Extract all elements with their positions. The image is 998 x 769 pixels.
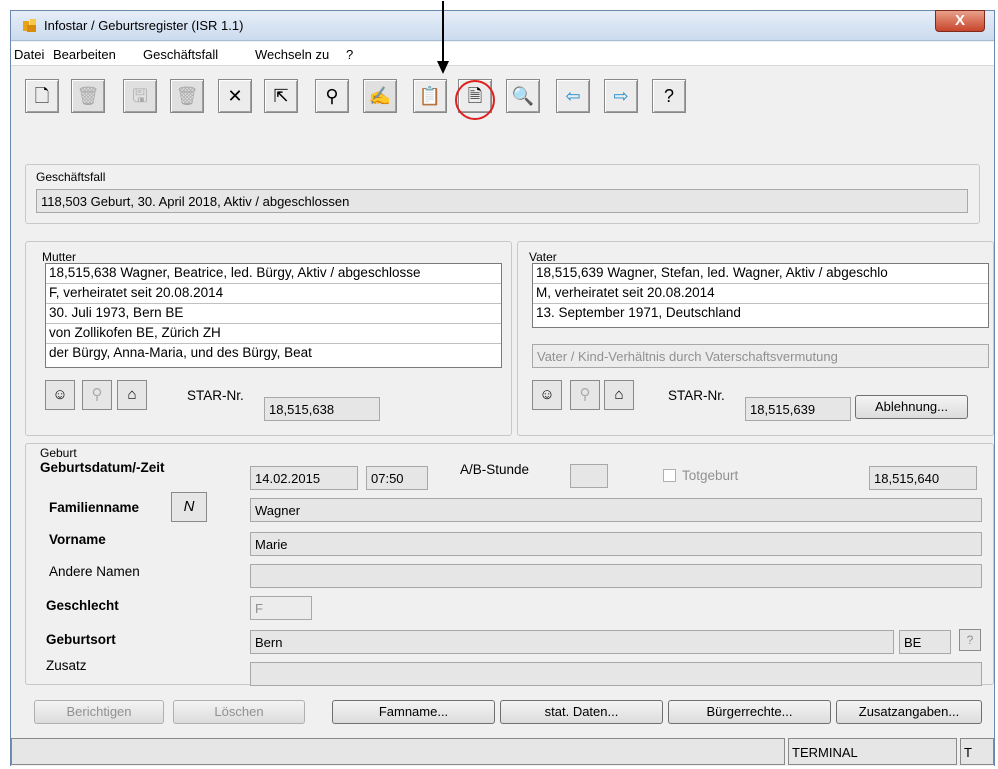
menu-datei[interactable]: Datei: [14, 47, 44, 62]
geschlecht-select[interactable]: F: [250, 596, 312, 620]
vater-star-field: 18,515,639: [745, 397, 851, 421]
loeschen-button[interactable]: Löschen: [173, 700, 305, 724]
annotation-circle: [455, 80, 495, 120]
famname-button[interactable]: Famname...: [332, 700, 495, 724]
kanton-field[interactable]: BE: [899, 630, 951, 654]
zusatz-label: Zusatz: [46, 658, 87, 673]
mutter-label: Mutter: [42, 250, 77, 264]
vorname-field[interactable]: Marie: [250, 532, 982, 556]
andere-namen-label: Andere Namen: [49, 564, 140, 579]
menu-help[interactable]: ?: [346, 47, 353, 62]
menu-geschaeftsfall[interactable]: Geschäftsfall: [143, 47, 218, 62]
berichtigen-button[interactable]: Berichtigen: [34, 700, 164, 724]
vorname-label: Vorname: [49, 532, 106, 547]
delete-icon[interactable]: ✕: [218, 79, 252, 113]
save-icon[interactable]: 🖫: [123, 79, 157, 113]
mutter-line[interactable]: 18,515,638 Wagner, Beatrice, led. Bürgy,…: [46, 264, 501, 284]
help-icon[interactable]: ?: [652, 79, 686, 113]
vater-list[interactable]: 18,515,639 Wagner, Stefan, led. Wagner, …: [532, 263, 989, 328]
arrow-right-icon[interactable]: ⇨: [604, 79, 638, 113]
title-bar: Infostar / Geburtsregister (ISR 1.1) X: [11, 10, 994, 41]
trash-icon[interactable]: 🗑: [170, 79, 204, 113]
mutter-star-field: 18,515,638: [264, 397, 380, 421]
buergerrechte-button[interactable]: Bürgerrechte...: [668, 700, 831, 724]
window-title: Infostar / Geburtsregister (ISR 1.1): [44, 18, 244, 33]
help-icon[interactable]: ?: [959, 629, 981, 651]
familienname-field[interactable]: Wagner: [250, 498, 982, 522]
home-icon[interactable]: ⌂: [604, 380, 634, 410]
geschaeftsfall-field: 118,503 Geburt, 30. April 2018, Aktiv / …: [36, 189, 968, 213]
import-icon[interactable]: ⇱: [264, 79, 298, 113]
vater-relation-select[interactable]: Vater / Kind-Verhältnis durch Vaterschaf…: [532, 344, 989, 368]
new-document-icon[interactable]: 🗋: [25, 79, 59, 113]
mutter-list[interactable]: 18,515,638 Wagner, Beatrice, led. Bürgy,…: [45, 263, 502, 368]
annotation-arrow-head: [437, 61, 449, 74]
vater-line[interactable]: 13. September 1971, Deutschland: [533, 304, 988, 324]
app-icon: [23, 19, 36, 32]
home-icon[interactable]: ⌂: [117, 380, 147, 410]
geschaeftsfall-label: Geschäftsfall: [36, 170, 106, 184]
geburtsort-label: Geburtsort: [46, 632, 116, 647]
andere-namen-field[interactable]: [250, 564, 982, 588]
status-field-main: [11, 738, 785, 765]
binoculars-icon[interactable]: ⚲: [315, 79, 349, 113]
paste-icon[interactable]: 📋: [413, 79, 447, 113]
status-terminal: TERMINAL: [788, 738, 957, 765]
mutter-line[interactable]: F, verheiratet seit 20.08.2014: [46, 284, 501, 304]
zusatz-field[interactable]: [250, 662, 982, 686]
geschaeftsfall-panel: Geschäftsfall 118,503 Geburt, 30. April …: [25, 164, 980, 224]
totgeburt-label: Totgeburt: [682, 468, 739, 483]
mutter-line[interactable]: 30. Juli 1973, Bern BE: [46, 304, 501, 324]
geburt-panel: Geburt Geburtsdatum/-Zeit 14.02.2015 07:…: [25, 443, 994, 686]
status-t: T: [960, 738, 994, 765]
main-window: Infostar / Geburtsregister (ISR 1.1) X D…: [10, 1, 995, 766]
person-icon[interactable]: ☺: [532, 380, 562, 410]
sign-icon[interactable]: ✍: [363, 79, 397, 113]
preview-icon[interactable]: 🔍: [506, 79, 540, 113]
close-button[interactable]: X: [935, 10, 985, 32]
menu-bearbeiten[interactable]: Bearbeiten: [53, 47, 116, 62]
trash-icon[interactable]: 🗑: [71, 79, 105, 113]
vater-star-label: STAR-Nr.: [668, 388, 725, 403]
vater-line[interactable]: 18,515,639 Wagner, Stefan, led. Wagner, …: [533, 264, 988, 284]
ablehnung-button[interactable]: Ablehnung...: [855, 395, 968, 419]
geschlecht-label: Geschlecht: [46, 598, 119, 613]
mutter-line[interactable]: der Bürgy, Anna-Maria, und des Bürgy, Be…: [46, 344, 501, 364]
binoculars-icon[interactable]: ⚲: [570, 380, 600, 410]
ab-stunde-field[interactable]: [570, 464, 608, 488]
vater-label: Vater: [529, 250, 557, 264]
mutter-panel: Mutter 18,515,638 Wagner, Beatrice, led.…: [25, 241, 512, 436]
geburt-label: Geburt: [40, 446, 77, 460]
geburtsdatum-label: Geburtsdatum/-Zeit: [40, 460, 165, 475]
binoculars-icon[interactable]: ⚲: [82, 380, 112, 410]
n-button[interactable]: N: [171, 492, 207, 522]
geburt-star-field: 18,515,640: [869, 466, 977, 490]
geburtsdatum-field[interactable]: 14.02.2015: [250, 466, 358, 490]
stat-daten-button[interactable]: stat. Daten...: [500, 700, 663, 724]
mutter-line[interactable]: von Zollikofen BE, Zürich ZH: [46, 324, 501, 344]
status-bar: TERMINAL T: [11, 738, 994, 766]
vater-line[interactable]: M, verheiratet seit 20.08.2014: [533, 284, 988, 304]
ab-stunde-label: A/B-Stunde: [460, 462, 530, 477]
arrow-left-icon[interactable]: ⇦: [556, 79, 590, 113]
zusatzangaben-button[interactable]: Zusatzangaben...: [836, 700, 982, 724]
geburtsort-field[interactable]: Bern: [250, 630, 894, 654]
geburtszeit-field[interactable]: 07:50: [366, 466, 428, 490]
vater-panel: Vater 18,515,639 Wagner, Stefan, led. Wa…: [517, 241, 994, 436]
toolbar: 🗋 🗑 🖫 🗑 ✕ ⇱ ⚲ ✍ 📋 🗎 🔍 ⇦ ⇨ ?: [11, 67, 994, 127]
annotation-arrow-line: [442, 1, 444, 63]
mutter-star-label: STAR-Nr.: [187, 388, 244, 403]
familienname-label: Familienname: [49, 500, 140, 515]
totgeburt-checkbox[interactable]: [663, 469, 676, 482]
menu-wechseln-zu[interactable]: Wechseln zu: [255, 47, 329, 62]
menu-bar: Datei Bearbeiten Geschäftsfall Wechseln …: [11, 42, 994, 66]
person-icon[interactable]: ☺: [45, 380, 75, 410]
